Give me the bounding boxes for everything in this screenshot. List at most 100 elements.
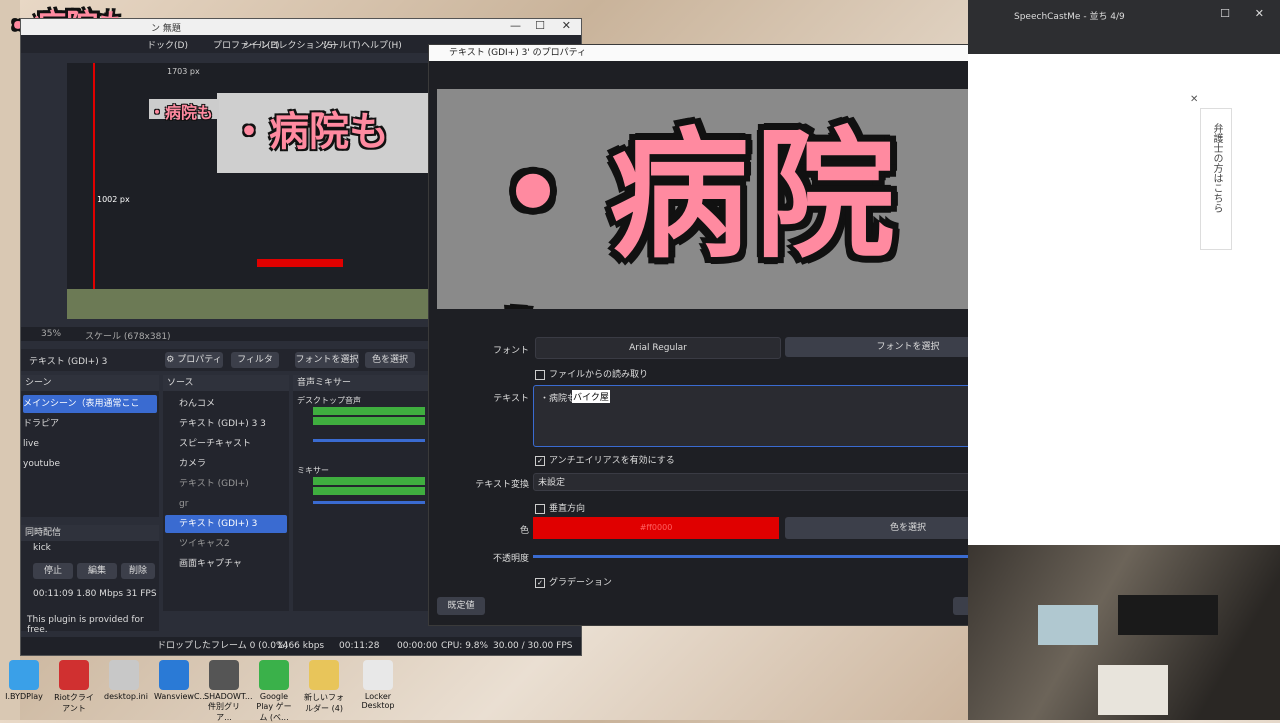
menu-tools[interactable]: ツール(T) [321,38,361,51]
zoom-level[interactable]: 35% [41,329,61,339]
menu-help[interactable]: ヘルプ(H) [361,38,402,51]
gradient-checkbox[interactable]: ✓ グラデーション [535,575,612,588]
desktop-icon[interactable]: Google Play ゲーム (ベ... [254,660,294,722]
properties-dialog: テキスト (GDI+) 3' のプロパティ ✕ ・病院も フォント Arial … [428,44,1054,626]
menu-dock[interactable]: ドック(D) [147,38,188,51]
preview-zoom-box: ・病院も [217,93,431,173]
scene-item[interactable]: live [23,435,157,453]
source-toolbar: テキスト (GDI+) 3 ⚙ プロパティ フィルタ フォントを選択 色を選択 [21,349,431,371]
camera-object [1038,605,1098,645]
volume-meter [313,417,425,425]
app-icon [259,660,289,690]
rec-time: 00:00:00 [397,641,438,651]
desktop-icon[interactable]: Riotクライアント [54,660,94,720]
preview-small-text: ・病院も [149,99,219,122]
select-font-button[interactable]: フォントを選択 [295,352,359,368]
edit-button[interactable]: 編集 [77,563,117,579]
desktop-icon[interactable]: I.BYDPlay [4,660,44,720]
antialias-checkbox[interactable]: ✓ アンチエイリアスを有効にする [535,453,675,466]
properties-label: プロパティ [177,355,222,365]
desktop-icon[interactable]: WansviewC... [154,660,207,720]
font-label: フォント [492,346,529,356]
scene-item[interactable]: メインシーン（表用通常ここ [23,395,157,413]
preview-overlay-text: ・病院も [229,109,389,155]
preview-height-label: 1002 px [97,195,130,204]
text-value-plain: ・病院も [540,394,577,404]
source-item[interactable]: わんコメ [165,395,287,413]
source-item[interactable]: テキスト (GDI+) 3 3 [165,415,287,433]
desktop-icon[interactable]: SHADOWT... 件別グリア... [204,660,253,722]
close-icon[interactable]: ✕ [562,19,571,32]
dialog-preview: ・病院も [437,89,1045,309]
checkbox-icon [535,503,545,514]
scenes-panel: シーン メインシーン（表用通常ここ ドラピア live youtube [21,375,159,517]
dialog-titlebar: テキスト (GDI+) 3' のプロパティ ✕ [429,45,1053,61]
source-item[interactable]: 画面キャプチャ [165,555,287,573]
maximize-icon[interactable]: ☐ [1220,7,1230,20]
scene-item[interactable]: youtube [23,455,157,473]
select-color-button[interactable]: 色を選択 [365,352,415,368]
minimize-icon[interactable]: — [510,19,521,32]
font-value: Arial Regular [535,337,781,359]
preview-plant-area [67,289,431,319]
antialias-label: アンチエイリアスを有効にする [549,456,675,466]
volume-slider[interactable] [313,501,425,504]
checkbox-icon [535,369,545,380]
stop-button[interactable]: 停止 [33,563,73,579]
browser-content: 弁護士の方はこちら ✕ [968,54,1280,544]
filters-button[interactable]: フィルタ [231,352,279,368]
desktop-icon[interactable]: desktop.ini [104,660,148,720]
browser-toolbar [968,32,1280,54]
source-item[interactable]: テキスト (GDI+) 3 [165,515,287,533]
source-item[interactable]: ツイキャス2 [165,535,287,553]
obs-preview[interactable]: 1703 px 1002 px ・病院も ・病院も [67,63,431,319]
vertical-checkbox[interactable]: 垂直方向 [535,501,585,514]
app-icon [59,660,89,690]
plugin-note: This plugin is provided for free. [27,615,144,635]
obs-title-text: ン 無題 [151,24,181,34]
audio-mixer-panel: 音声ミキサー デスクトップ音声 ミキサー [293,375,431,611]
text-label: テキスト [493,394,529,404]
dropped-frames: ドロップしたフレーム 0 (0.0%) [157,641,289,651]
desktop-icon-label: Locker Desktop [361,692,395,710]
nested-preview: 1703 px 1002 px ・病院も ・病院も [67,63,431,319]
status-bar: ドロップしたフレーム 0 (0.0%) 1466 kbps 00:11:28 0… [21,637,581,655]
browser-tab-title[interactable]: SpeechCastMe - 並ち 4/9 [1014,9,1125,22]
color-swatch[interactable]: #ff0000 [533,517,779,539]
live-time: 00:11:28 [339,641,380,651]
source-item[interactable]: テキスト (GDI+) [165,475,287,493]
dialog-preview-text: ・病院も [463,115,902,309]
sources-title: ソース [163,375,289,391]
source-item[interactable]: カメラ [165,455,287,473]
gradient-label: グラデーション [549,578,612,588]
defaults-button[interactable]: 既定値 [437,597,485,615]
properties-button[interactable]: ⚙ プロパティ [165,352,223,368]
delete-button[interactable]: 削除 [121,563,155,579]
close-icon[interactable]: ✕ [1255,7,1264,20]
transform-select[interactable]: 未設定 ▾ [533,473,1029,491]
preview-width-label: 1703 px [167,67,200,76]
preview-red-bar [257,259,343,267]
opacity-slider[interactable] [533,555,1029,558]
scene-item[interactable]: ドラピア [23,415,157,433]
text-input[interactable]: ・病院も バイク屋 [533,385,1031,447]
read-file-checkbox[interactable]: ファイルからの読み取り [535,367,648,380]
camera-keyboard [1118,595,1218,635]
file-icon [109,660,139,690]
volume-slider[interactable] [313,439,425,442]
zoom-bar: 35% スケール (678x381) [21,327,431,342]
app-icon [159,660,189,690]
banner-close-icon[interactable]: ✕ [1190,94,1198,105]
desktop-icon[interactable]: Locker Desktop [358,660,398,720]
side-banner[interactable]: 弁護士の方はこちら [1200,108,1232,250]
mixer-channel-name: デスクトップ音声 [297,396,361,405]
source-item[interactable]: gr [165,495,287,513]
vertical-label: 垂直方向 [549,504,586,514]
scale-label: スケール (678x381) [85,332,171,342]
dialog-title: テキスト (GDI+) 3' のプロパティ [449,48,587,58]
scenes-title: シーン [21,375,159,391]
maximize-icon[interactable]: ☐ [535,19,545,32]
multistream-title: 同時配信 [21,525,159,541]
source-item[interactable]: スピーチキャスト [165,435,287,453]
desktop-icon[interactable]: 新しいフォルダー (4) [304,660,344,720]
